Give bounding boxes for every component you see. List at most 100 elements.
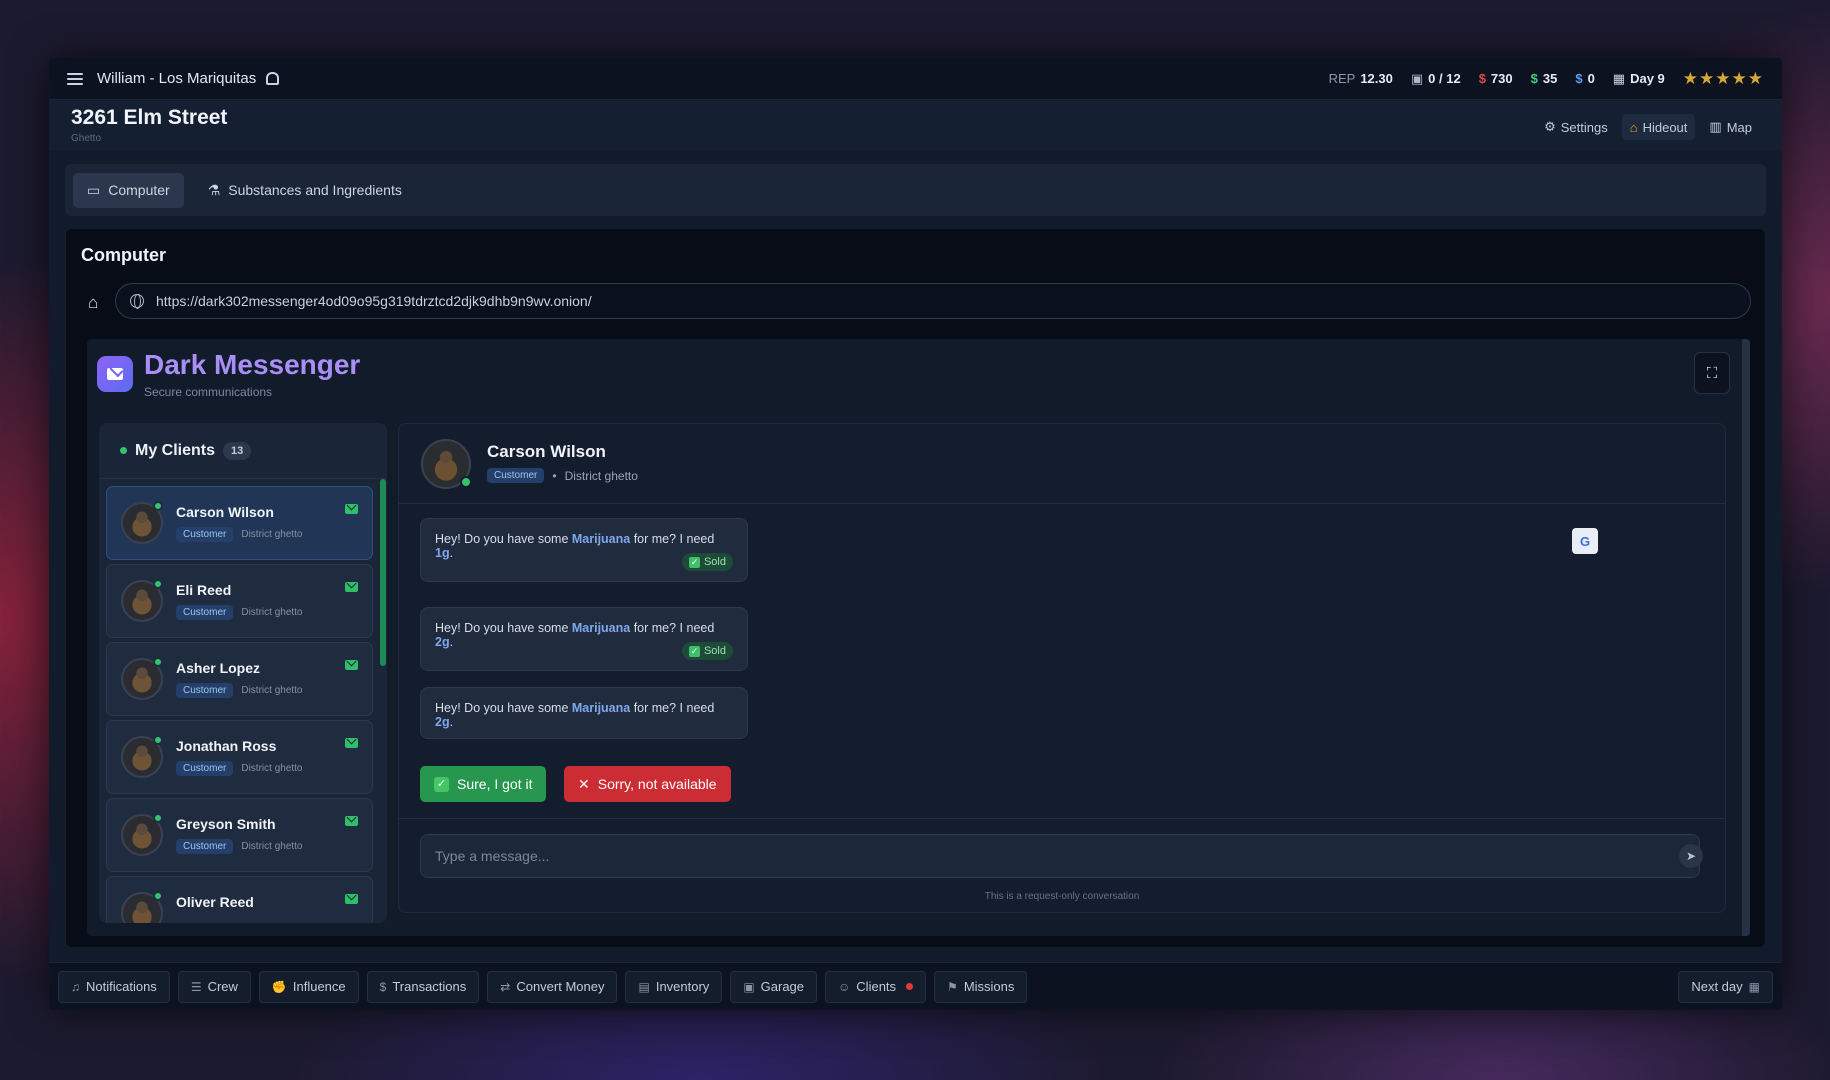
client-meta: Customer District ghetto bbox=[176, 605, 303, 620]
next-day-button[interactable]: Next day ▦ bbox=[1678, 970, 1773, 1003]
check-icon: ✓ bbox=[434, 776, 449, 792]
tab-substances[interactable]: ⚗ Substances and Ingredients bbox=[194, 173, 416, 208]
capacity-value: 0 / 12 bbox=[1428, 71, 1461, 86]
sold-badge: ✓ Sold bbox=[681, 642, 733, 660]
client-name: Greyson Smith bbox=[176, 816, 276, 832]
vehicle-icon: ▣ bbox=[1410, 70, 1424, 86]
accept-button[interactable]: ✓ Sure, I got it bbox=[420, 766, 547, 802]
online-indicator bbox=[153, 657, 163, 667]
next-day-label: Next day bbox=[1691, 979, 1743, 994]
role-badge: Customer bbox=[176, 761, 234, 776]
chat-contact-name: Carson Wilson bbox=[487, 442, 606, 461]
message-input[interactable] bbox=[420, 834, 1700, 878]
client-item[interactable]: Carson Wilson Customer District ghetto bbox=[106, 486, 373, 560]
decline-button[interactable]: ✕ Sorry, not available bbox=[564, 766, 731, 802]
clients-button[interactable]: ☺ Clients bbox=[825, 970, 927, 1003]
app-name: Dark Messenger bbox=[144, 349, 361, 380]
stats-bar: REP 12.30 ▣ 0 / 12 $ 730 $ 35 $ 0 ▦ Day … bbox=[1329, 69, 1764, 89]
client-item[interactable]: Oliver Reed bbox=[106, 876, 373, 923]
chat-avatar bbox=[421, 439, 472, 489]
garage-button[interactable]: ▣ Garage bbox=[730, 970, 818, 1003]
crew-button[interactable]: ☰ Crew bbox=[177, 970, 251, 1003]
settings-label: Settings bbox=[1560, 119, 1608, 135]
clients-header: My Clients 13 bbox=[99, 423, 387, 479]
sold-badge: ✓ Sold bbox=[681, 553, 733, 571]
transactions-label: Transactions bbox=[392, 979, 467, 994]
clients-title: My Clients bbox=[135, 441, 216, 459]
online-indicator bbox=[153, 579, 163, 589]
avatar bbox=[121, 657, 163, 700]
exchange-icon: ⇄ bbox=[500, 979, 511, 994]
hideout-button[interactable]: ⌂ Hideout bbox=[1621, 114, 1696, 140]
client-item[interactable]: Greyson Smith Customer District ghetto bbox=[106, 798, 373, 872]
message-bubble: Hey! Do you have some Marijuana for me? … bbox=[420, 687, 748, 739]
role-badge: Customer bbox=[176, 527, 234, 542]
message-bubble: Hey! Do you have some Marijuana for me? … bbox=[420, 607, 748, 671]
mail-icon bbox=[345, 816, 358, 826]
day-stat: ▦ Day 9 bbox=[1613, 71, 1665, 87]
top-bar: William - Los Mariquitas REP 12.30 ▣ 0 /… bbox=[49, 58, 1782, 100]
client-name: Eli Reed bbox=[176, 582, 232, 598]
home-icon[interactable]: ⌂ bbox=[88, 293, 98, 313]
clients-scrollbar[interactable] bbox=[380, 479, 386, 666]
send-icon[interactable]: ➤ bbox=[1679, 844, 1703, 868]
app-scrollbar[interactable] bbox=[1742, 339, 1750, 936]
transactions-button[interactable]: $ Transactions bbox=[366, 970, 480, 1003]
settings-button[interactable]: ⚙ Settings bbox=[1536, 114, 1616, 140]
inventory-button[interactable]: ▤ Inventory bbox=[625, 970, 723, 1003]
map-label: Map bbox=[1726, 119, 1752, 135]
influence-button[interactable]: ✊ Influence bbox=[258, 970, 359, 1003]
avatar bbox=[121, 813, 163, 856]
avatar bbox=[121, 735, 163, 778]
client-meta: Customer District ghetto bbox=[176, 761, 303, 776]
client-meta: Customer District ghetto bbox=[176, 683, 303, 698]
check-icon: ✓ bbox=[688, 645, 700, 657]
bank-value: 0 bbox=[1587, 71, 1595, 86]
bell-icon[interactable] bbox=[266, 72, 280, 85]
message-text: Hey! Do you have some Marijuana for me? … bbox=[435, 621, 715, 649]
gear-icon: ⚙ bbox=[1544, 119, 1556, 134]
bank-stat: $ 0 bbox=[1575, 71, 1594, 86]
dollar-icon: $ bbox=[379, 979, 387, 994]
client-item[interactable]: Jonathan Ross Customer District ghetto bbox=[106, 720, 373, 794]
convert-money-button[interactable]: ⇄ Convert Money bbox=[487, 970, 618, 1003]
check-icon: ✓ bbox=[688, 556, 700, 568]
translate-icon[interactable]: G bbox=[1572, 528, 1598, 554]
influence-label: Influence bbox=[292, 979, 346, 994]
accept-label: Sure, I got it bbox=[457, 776, 533, 792]
menu-icon[interactable] bbox=[67, 70, 83, 88]
online-indicator bbox=[460, 476, 472, 488]
missions-button[interactable]: ⚑ Missions bbox=[934, 970, 1028, 1003]
map-icon: ▥ bbox=[1709, 119, 1722, 134]
client-district: District ghetto bbox=[241, 529, 303, 540]
map-button[interactable]: ▥ Map bbox=[1701, 114, 1760, 140]
avatar bbox=[121, 579, 163, 622]
tab-computer[interactable]: ▭ Computer bbox=[73, 172, 184, 208]
inventory-label: Inventory bbox=[655, 979, 710, 994]
capacity-stat: ▣ 0 / 12 bbox=[1411, 71, 1461, 87]
tabs-bar: ▭ Computer ⚗ Substances and Ingredients bbox=[65, 164, 1766, 216]
clean-cash-value: 35 bbox=[1542, 71, 1558, 86]
flag-icon: ⚑ bbox=[947, 979, 958, 994]
garage-label: Garage bbox=[760, 979, 805, 994]
url-bar[interactable]: https://dark302messenger4od09o95g319tdrz… bbox=[115, 283, 1751, 319]
role-badge: Customer bbox=[176, 683, 234, 698]
fullscreen-icon[interactable]: ⛶ bbox=[1694, 352, 1730, 394]
convert-money-label: Convert Money bbox=[516, 979, 605, 994]
dirty-cash-stat: $ 730 bbox=[1479, 71, 1513, 86]
notifications-button[interactable]: ♫ Notifications bbox=[58, 970, 170, 1003]
client-item[interactable]: Asher Lopez Customer District ghetto bbox=[106, 642, 373, 716]
client-meta: Customer District ghetto bbox=[176, 839, 303, 854]
client-list: Carson Wilson Customer District ghetto E… bbox=[106, 486, 373, 923]
notification-dot bbox=[906, 983, 914, 990]
clean-cash-stat: $ 35 bbox=[1531, 71, 1558, 86]
client-item[interactable]: Eli Reed Customer District ghetto bbox=[106, 564, 373, 638]
users-icon: ☺ bbox=[838, 979, 851, 994]
calendar-icon: ▦ bbox=[1748, 979, 1760, 994]
role-badge: Customer bbox=[176, 605, 234, 620]
client-district: District ghetto bbox=[241, 763, 303, 774]
online-indicator bbox=[153, 501, 163, 511]
client-name: Jonathan Ross bbox=[176, 738, 277, 754]
flask-icon: ⚗ bbox=[207, 181, 221, 198]
player-name: William - Los Mariquitas bbox=[97, 70, 257, 87]
